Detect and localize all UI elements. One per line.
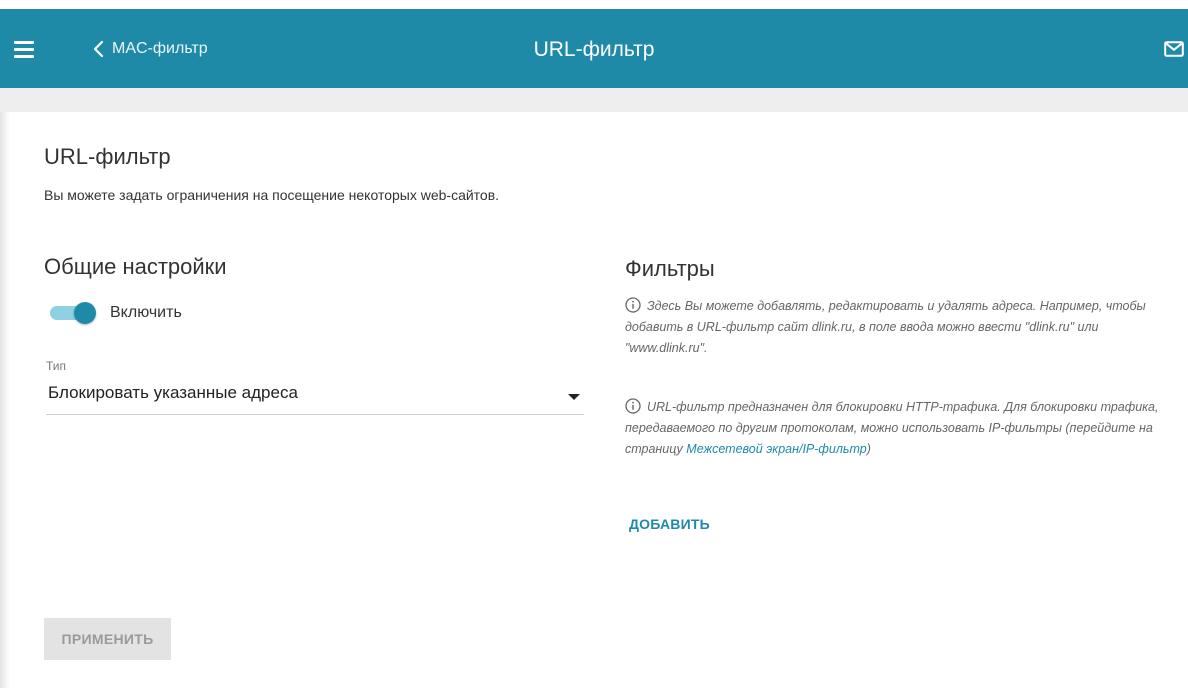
info-icon <box>625 297 641 313</box>
add-button[interactable]: ДОБАВИТЬ <box>629 516 710 532</box>
apply-button[interactable]: ПРИМЕНИТЬ <box>44 618 171 660</box>
mail-icon[interactable] <box>1164 40 1184 58</box>
enable-toggle[interactable]: Включить <box>48 301 182 325</box>
header-separator <box>0 88 1188 112</box>
filters-info-2-suffix: ) <box>866 442 871 456</box>
filters-info-1-text: Здесь Вы можете добавлять, редактировать… <box>625 299 1146 355</box>
enable-label: Включить <box>110 304 182 321</box>
dropdown-arrow-icon <box>568 394 580 400</box>
header-title: URL-фильтр <box>533 38 655 61</box>
sidebar-shadow <box>0 112 10 688</box>
filters-info-1: Здесь Вы можете добавлять, редактировать… <box>625 296 1165 359</box>
firewall-ip-filter-link[interactable]: Межсетевой экран/IP-фильтр <box>686 442 866 456</box>
enable-switch[interactable] <box>48 301 96 325</box>
page-title: URL-фильтр <box>44 144 171 169</box>
type-label: Тип <box>46 359 67 373</box>
top-bar: MAC-фильтр URL-фильтр <box>0 0 1188 88</box>
type-select[interactable]: Блокировать указанные адреса <box>46 378 584 415</box>
page-description: Вы можете задать ограничения на посещени… <box>44 187 500 203</box>
type-select-value: Блокировать указанные адреса <box>48 383 298 402</box>
info-icon <box>625 398 641 414</box>
filters-title: Фильтры <box>625 256 715 281</box>
general-settings-title: Общие настройки <box>44 254 227 279</box>
filters-info-2: URL-фильтр предназначен для блокировки H… <box>625 397 1165 460</box>
